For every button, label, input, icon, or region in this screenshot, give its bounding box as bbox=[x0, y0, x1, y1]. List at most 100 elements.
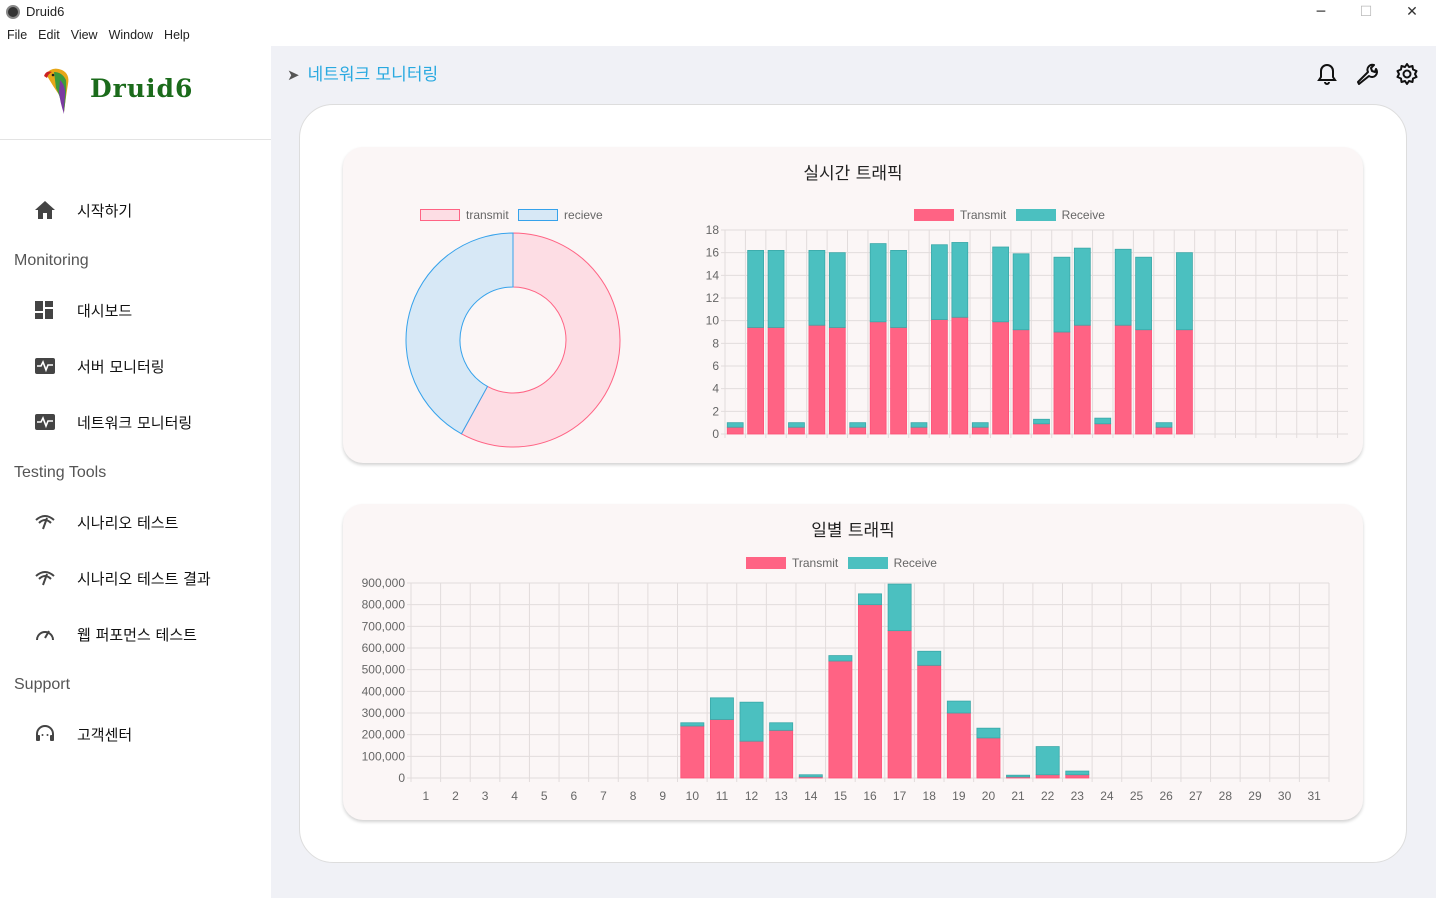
bar-receive[interactable] bbox=[931, 244, 948, 320]
menu-window[interactable]: Window bbox=[105, 24, 157, 42]
daily-bar-chart[interactable]: 0 100,000 200,000 300,000 400,000 500,000 600,… bbox=[343, 570, 1343, 810]
legend-item-recieve[interactable]: recieve bbox=[518, 208, 603, 222]
bar-receive[interactable] bbox=[1176, 252, 1193, 331]
menu-edit[interactable]: Edit bbox=[34, 24, 64, 42]
bar-receive[interactable] bbox=[951, 242, 969, 318]
wrench-icon[interactable] bbox=[1354, 62, 1378, 86]
bar-transmit[interactable] bbox=[1135, 329, 1152, 435]
bar-transmit[interactable] bbox=[910, 426, 928, 435]
bar-receive[interactable] bbox=[890, 250, 907, 328]
bar-receive[interactable] bbox=[709, 697, 734, 720]
legend-item-transmit[interactable]: Transmit bbox=[746, 556, 838, 570]
bar-receive[interactable] bbox=[726, 422, 744, 428]
bar-transmit[interactable] bbox=[858, 604, 882, 779]
bar-receive[interactable] bbox=[1012, 253, 1030, 331]
bar-transmit[interactable] bbox=[1094, 423, 1112, 435]
donut-chart[interactable] bbox=[398, 225, 628, 455]
legend-item-receive[interactable]: Receive bbox=[847, 556, 937, 570]
bar-receive[interactable] bbox=[1094, 417, 1112, 425]
menu-help[interactable]: Help bbox=[160, 24, 194, 42]
logo[interactable]: Druid6 bbox=[0, 46, 271, 140]
bar-receive[interactable] bbox=[828, 252, 846, 328]
legend-item-transmit[interactable]: transmit bbox=[420, 208, 509, 222]
bar-receive[interactable] bbox=[680, 722, 705, 727]
sidebar-item-customer-center[interactable]: 고객센터 bbox=[0, 714, 271, 754]
bell-icon[interactable] bbox=[1315, 62, 1339, 86]
bar-receive[interactable] bbox=[1155, 422, 1173, 428]
bar-receive[interactable] bbox=[910, 422, 928, 428]
gear-icon[interactable] bbox=[1395, 62, 1419, 86]
bar-transmit[interactable] bbox=[1114, 324, 1132, 435]
bar-transmit[interactable] bbox=[931, 319, 948, 435]
bar-transmit[interactable] bbox=[808, 324, 826, 435]
bar-receive[interactable] bbox=[1053, 256, 1071, 333]
bar-receive[interactable] bbox=[1006, 774, 1031, 778]
sidebar-item-server-monitoring[interactable]: 서버 모니터링 bbox=[0, 346, 271, 386]
close-button[interactable]: ✕ bbox=[1389, 0, 1435, 24]
bar-transmit[interactable] bbox=[1073, 324, 1091, 435]
bar-receive[interactable] bbox=[769, 722, 794, 731]
maximize-button[interactable]: ☐ bbox=[1343, 0, 1389, 24]
bar-transmit[interactable] bbox=[680, 725, 705, 779]
legend-item-receive[interactable]: Receive bbox=[1015, 208, 1105, 222]
bar-receive[interactable] bbox=[992, 246, 1010, 323]
bar-receive[interactable] bbox=[798, 774, 823, 778]
bar-receive[interactable] bbox=[747, 250, 764, 328]
sidebar-item-scenario-test[interactable]: 시나리오 테스트 bbox=[0, 502, 271, 542]
sidebar-item-web-performance-test[interactable]: 웹 퍼포먼스 테스트 bbox=[0, 614, 271, 654]
bar-receive[interactable] bbox=[849, 422, 867, 428]
legend-item-transmit[interactable]: Transmit bbox=[914, 208, 1006, 222]
bar-receive[interactable] bbox=[1033, 418, 1050, 425]
realtime-bar-chart[interactable]: 0 2 4 6 8 10 12 14 16 18 bbox=[668, 225, 1348, 455]
bar-receive[interactable] bbox=[976, 727, 1001, 739]
bar-receive[interactable] bbox=[869, 243, 887, 323]
bar-transmit[interactable] bbox=[1053, 331, 1071, 435]
bar-receive[interactable] bbox=[971, 422, 989, 428]
bar-receive[interactable] bbox=[1065, 770, 1090, 776]
bar-transmit[interactable] bbox=[726, 426, 744, 435]
sidebar-item-scenario-test-result[interactable]: 시나리오 테스트 결과 bbox=[0, 558, 271, 598]
bar-transmit[interactable] bbox=[767, 327, 785, 435]
bar-transmit[interactable] bbox=[709, 719, 734, 779]
bar-transmit[interactable] bbox=[1033, 423, 1050, 435]
bar-transmit[interactable] bbox=[992, 321, 1010, 435]
bar-transmit[interactable] bbox=[1065, 774, 1090, 779]
bar-receive[interactable] bbox=[808, 250, 826, 326]
bar-transmit[interactable] bbox=[951, 316, 969, 435]
bar-receive[interactable] bbox=[1073, 247, 1091, 326]
bar-transmit[interactable] bbox=[828, 327, 846, 435]
menu-view[interactable]: View bbox=[67, 24, 102, 42]
bar-receive[interactable] bbox=[1135, 256, 1152, 331]
bar-receive[interactable] bbox=[858, 593, 882, 606]
bar-receive[interactable] bbox=[917, 650, 942, 666]
bar-transmit[interactable] bbox=[890, 327, 907, 435]
minimize-button[interactable]: ─ bbox=[1298, 0, 1344, 24]
sidebar-item-network-monitoring[interactable]: 네트워크 모니터링 bbox=[0, 402, 271, 442]
bar-receive[interactable] bbox=[1114, 248, 1132, 326]
bar-transmit[interactable] bbox=[739, 740, 764, 779]
bar-receive[interactable] bbox=[1035, 746, 1060, 776]
bar-receive[interactable] bbox=[887, 583, 912, 632]
bar-transmit[interactable] bbox=[1155, 426, 1173, 435]
bar-transmit[interactable] bbox=[917, 664, 942, 779]
bar-transmit[interactable] bbox=[769, 729, 794, 779]
bar-receive[interactable] bbox=[739, 701, 764, 742]
sidebar-item-dashboard[interactable]: 대시보드 bbox=[0, 290, 271, 330]
bar-transmit[interactable] bbox=[1176, 329, 1193, 435]
bar-transmit[interactable] bbox=[869, 321, 887, 435]
menu-file[interactable]: File bbox=[3, 24, 31, 42]
bar-receive[interactable] bbox=[767, 250, 785, 328]
bar-transmit[interactable] bbox=[887, 630, 912, 779]
bar-transmit[interactable] bbox=[971, 426, 989, 435]
bar-receive[interactable] bbox=[946, 700, 971, 714]
bar-transmit[interactable] bbox=[747, 327, 764, 435]
bar-transmit[interactable] bbox=[849, 426, 867, 435]
bar-transmit[interactable] bbox=[788, 426, 805, 435]
sidebar-item-start[interactable]: 시작하기 bbox=[0, 190, 271, 230]
bar-receive[interactable] bbox=[828, 655, 853, 662]
bar-transmit[interactable] bbox=[828, 660, 853, 779]
bar-transmit[interactable] bbox=[1035, 774, 1060, 779]
bar-transmit[interactable] bbox=[976, 737, 1001, 779]
bar-transmit[interactable] bbox=[946, 712, 971, 779]
bar-transmit[interactable] bbox=[1012, 329, 1030, 435]
